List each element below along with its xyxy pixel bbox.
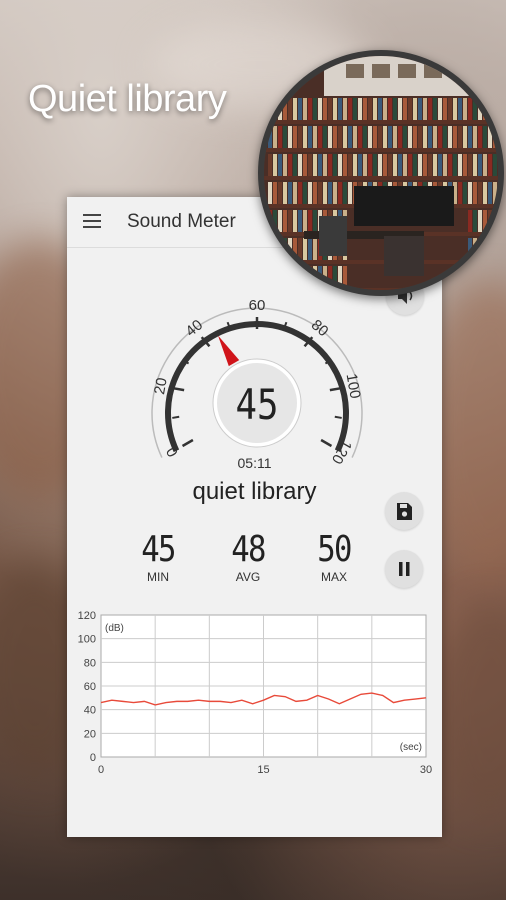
stat-min: 45 MIN [123, 529, 193, 585]
gauge-tick-label: 60 [249, 297, 266, 314]
save-icon [397, 503, 412, 520]
elapsed-time: 05:11 [237, 455, 272, 471]
hamburger-menu-icon[interactable] [83, 214, 101, 228]
app-title: Sound Meter [127, 211, 236, 232]
avg-value: 48 [231, 529, 266, 570]
sound-gauge: 0 20 40 60 80 100 120 45 [122, 267, 392, 467]
chart-ytick-label: 120 [78, 610, 96, 622]
chart-xtick-label: 15 [257, 764, 269, 776]
chart-xtick-label: 0 [98, 764, 104, 776]
min-label: MIN [147, 570, 169, 584]
pause-button[interactable] [385, 550, 423, 588]
chart-ylabel: (dB) [105, 623, 124, 634]
chart-ytick-label: 80 [84, 657, 96, 669]
chart-ytick-label: 0 [90, 752, 96, 764]
gauge-needle [218, 335, 240, 367]
chart-xtick-label: 30 [420, 764, 432, 776]
stat-max: 50 MAX [299, 529, 369, 585]
gauge-reading: 45 [236, 381, 279, 429]
max-value: 50 [317, 529, 352, 570]
avg-label: AVG [235, 570, 261, 584]
gauge-tick [181, 438, 194, 448]
library-photo [258, 50, 504, 296]
stat-avg: 48 AVG [213, 529, 283, 585]
chart-ytick-label: 20 [84, 728, 96, 740]
save-button[interactable] [385, 492, 423, 530]
history-chart: 0 20 40 60 80 100 120 0 15 30 (dB) (sec) [71, 607, 437, 787]
chart-xlabel: (sec) [400, 742, 422, 753]
min-value: 45 [141, 529, 176, 570]
pause-icon [399, 562, 410, 576]
headline: Quiet library [28, 78, 227, 120]
gauge-tick [172, 415, 180, 419]
chart-ytick-label: 60 [84, 681, 96, 693]
gauge-tick-label: 20 [151, 376, 171, 395]
chart-ytick-label: 40 [84, 705, 96, 717]
max-label: MAX [320, 570, 347, 584]
gauge-tick [334, 415, 342, 419]
chart-ytick-label: 100 [78, 634, 96, 646]
gauge-tick [320, 438, 333, 448]
